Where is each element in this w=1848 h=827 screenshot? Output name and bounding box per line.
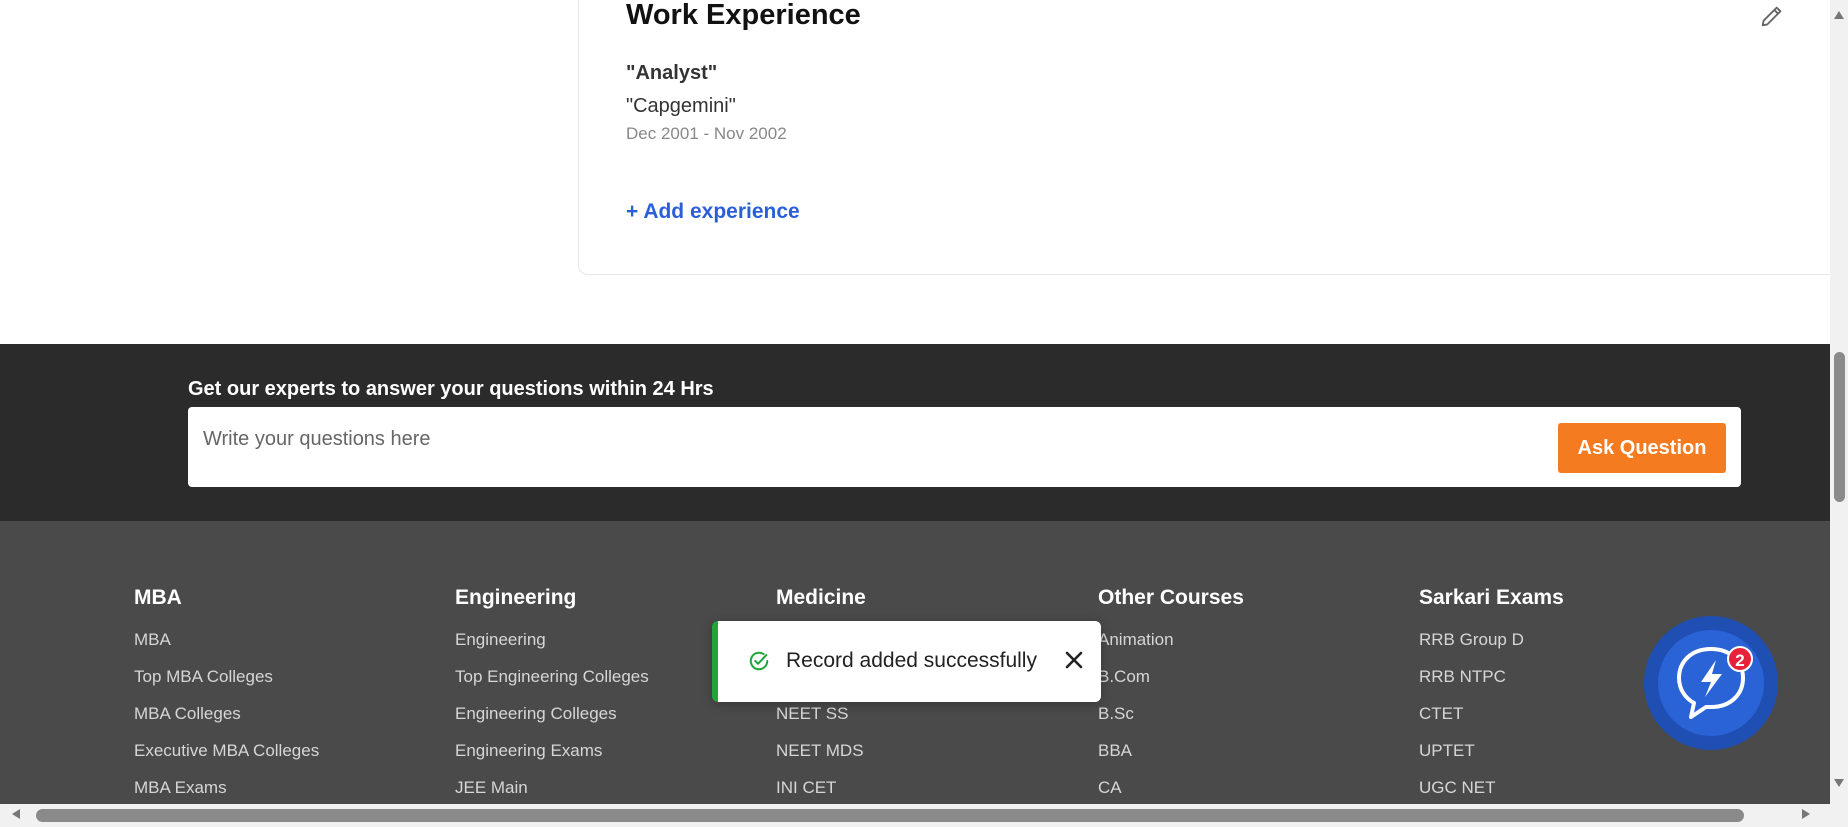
scroll-up-arrow-icon[interactable] — [1833, 10, 1845, 20]
scrollbar-corner — [1830, 804, 1848, 827]
ask-question-button[interactable]: Ask Question — [1558, 423, 1726, 473]
footer-link[interactable]: B.Com — [1098, 667, 1398, 704]
footer-link[interactable]: NEET MDS — [776, 741, 1076, 778]
footer-column-heading: Sarkari Exams — [1419, 586, 1564, 609]
footer-link[interactable]: Executive MBA Colleges — [134, 741, 434, 778]
scroll-right-arrow-icon[interactable] — [1801, 808, 1811, 820]
work-experience-title: Work Experience — [626, 0, 861, 31]
company-name: "Capgemini" — [626, 95, 736, 117]
footer-column-heading: Medicine — [776, 586, 866, 609]
footer-link[interactable]: B.Sc — [1098, 704, 1398, 741]
footer-link[interactable]: Engineering Colleges — [455, 704, 755, 741]
footer-link[interactable]: UPTET — [1419, 741, 1719, 778]
pencil-edit-icon[interactable] — [1758, 2, 1786, 30]
footer-link[interactable]: MBA Colleges — [134, 704, 434, 741]
check-circle-icon — [749, 651, 769, 671]
toast-message: Record added successfully — [786, 649, 1037, 672]
question-input[interactable] — [203, 424, 1503, 454]
scroll-left-arrow-icon[interactable] — [11, 808, 21, 820]
employment-dates: Dec 2001 - Nov 2002 — [626, 124, 787, 143]
footer-column-heading: Engineering — [455, 586, 577, 609]
footer-link[interactable]: Animation — [1098, 630, 1398, 667]
footer-link[interactable]: Top Engineering Colleges — [455, 667, 755, 704]
notification-badge: 2 — [1727, 646, 1753, 672]
chat-widget-button[interactable] — [1644, 616, 1778, 750]
footer-column-mba: MBA MBA Top MBA Colleges MBA Colleges Ex… — [134, 586, 434, 815]
footer-link[interactable]: Engineering — [455, 630, 755, 667]
footer-link[interactable]: Top MBA Colleges — [134, 667, 434, 704]
footer-column-engineering: Engineering Engineering Top Engineering … — [455, 586, 755, 815]
ask-expert-heading: Get our experts to answer your questions… — [188, 378, 714, 400]
vertical-scrollbar-thumb[interactable] — [1834, 352, 1845, 502]
close-icon[interactable] — [1062, 648, 1086, 672]
job-title: "Analyst" — [626, 62, 718, 84]
footer-link[interactable]: MBA — [134, 630, 434, 667]
footer-column-heading: MBA — [134, 586, 182, 609]
success-toast: Record added successfully — [712, 621, 1101, 702]
add-experience-link[interactable]: + Add experience — [626, 200, 800, 224]
scroll-down-arrow-icon[interactable] — [1833, 778, 1845, 788]
footer-link[interactable]: NEET SS — [776, 704, 1076, 741]
footer-column-heading: Other Courses — [1098, 586, 1244, 609]
footer-link[interactable]: Engineering Exams — [455, 741, 755, 778]
footer-link[interactable]: BBA — [1098, 741, 1398, 778]
horizontal-scrollbar-thumb[interactable] — [36, 809, 1744, 822]
footer-column-other-courses: Other Courses Animation B.Com B.Sc BBA C… — [1098, 586, 1398, 815]
